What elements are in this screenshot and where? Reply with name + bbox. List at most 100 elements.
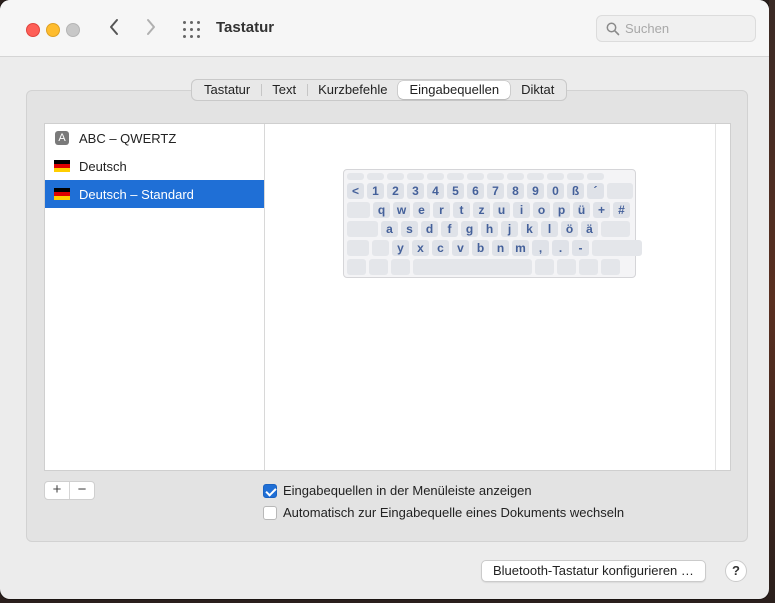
keyboard-key: 9 (527, 183, 544, 199)
keyboard-blank-key (347, 240, 369, 256)
keyboard-blank-key (579, 259, 598, 275)
keyboard-blank-key (347, 173, 364, 180)
desktop-background-edge (769, 0, 775, 603)
scrollbar-track[interactable] (715, 124, 716, 470)
keyboard-key: o (533, 202, 550, 218)
keyboard-key: s (401, 221, 418, 237)
keyboard-blank-key (601, 259, 620, 275)
tab-eingabequellen[interactable]: Eingabequellen (398, 81, 511, 99)
keyboard-key: z (473, 202, 490, 218)
keyboard-preferences-window: Tastatur Tastatur Text Kurzbefehle Einga… (0, 0, 769, 599)
keyboard-key: n (492, 240, 509, 256)
keyboard-blank-key (369, 259, 388, 275)
keyboard-blank-key (407, 173, 424, 180)
keyboard-key: i (513, 202, 530, 218)
keyboard-key: + (593, 202, 610, 218)
keyboard-key: w (393, 202, 410, 218)
keyboard-key: a (381, 221, 398, 237)
add-source-button[interactable]: + (45, 482, 69, 499)
keyboard-key: # (613, 202, 630, 218)
key-row-qwertz: q w e r t z u i o p ü + # (347, 202, 630, 218)
tab-bar: Tastatur Text Kurzbefehle Eingabequellen… (191, 79, 568, 101)
letter-a-icon: A (55, 131, 69, 145)
list-item-deutsch-standard[interactable]: Deutsch – Standard (45, 180, 264, 208)
keyboard-blank-key (601, 221, 630, 237)
german-flag-icon (54, 160, 70, 172)
keyboard-key: d (421, 221, 438, 237)
german-flag-icon (54, 188, 70, 200)
key-row-space (347, 259, 620, 275)
keyboard-key: ü (573, 202, 590, 218)
list-add-remove-control: + − (44, 481, 95, 500)
title-bar: Tastatur (0, 0, 769, 57)
show-all-grid-icon[interactable] (182, 20, 201, 39)
keyboard-key: t (453, 202, 470, 218)
list-item-label: Deutsch (79, 158, 127, 174)
key-row-home: asdfghjklöä (347, 221, 630, 237)
list-item-label: Deutsch – Standard (79, 186, 194, 202)
forward-button[interactable] (141, 18, 161, 40)
tab-diktat[interactable]: Diktat (510, 81, 565, 99)
function-key-row (347, 173, 604, 180)
show-in-menubar-option[interactable]: Eingabequellen in der Menüleiste anzeige… (263, 483, 532, 498)
auto-switch-label: Automatisch zur Eingabequelle eines Doku… (283, 505, 625, 520)
keyboard-blank-key (557, 259, 576, 275)
show-in-menubar-checkbox[interactable] (263, 483, 277, 498)
keyboard-key: , (532, 240, 549, 256)
keyboard-key: p (553, 202, 570, 218)
tab-kurzbefehle[interactable]: Kurzbefehle (307, 81, 398, 99)
auto-switch-checkbox[interactable] (263, 505, 277, 520)
keyboard-blank-key (447, 173, 464, 180)
keyboard-key: ä (581, 221, 598, 237)
keyboard-blank-key (507, 173, 524, 180)
zoom-window-button[interactable] (66, 23, 80, 37)
keyboard-blank-key (607, 183, 633, 199)
keyboard-key: 3 (407, 183, 424, 199)
list-item-abc-qwertz[interactable]: A ABC – QWERTZ (45, 124, 264, 152)
keyboard-key: v (452, 240, 469, 256)
keyboard-key: < (347, 183, 364, 199)
help-button[interactable]: ? (725, 560, 747, 582)
list-item-label: ABC – QWERTZ (79, 130, 177, 146)
keyboard-blank-key (391, 259, 410, 275)
list-item-deutsch[interactable]: Deutsch (45, 152, 264, 180)
tab-tastatur[interactable]: Tastatur (193, 81, 261, 99)
keyboard-key: b (472, 240, 489, 256)
keyboard-blank-key (413, 259, 532, 275)
keyboard-blank-key (347, 221, 378, 237)
keyboard-key: 7 (487, 183, 504, 199)
show-in-menubar-label: Eingabequellen in der Menüleiste anzeige… (283, 483, 532, 498)
close-window-button[interactable] (26, 23, 40, 37)
input-source-list: A ABC – QWERTZ Deutsch Deutsch – Standar… (45, 124, 265, 470)
keyboard-key: 0 (547, 183, 564, 199)
keyboard-blank-key (467, 173, 484, 180)
search-input[interactable] (625, 19, 750, 38)
keyboard-key: 2 (387, 183, 404, 199)
bluetooth-keyboard-button[interactable]: Bluetooth-Tastatur konfigurieren … (481, 560, 706, 582)
keyboard-blank-key (547, 173, 564, 180)
keyboard-key: 5 (447, 183, 464, 199)
keyboard-blank-key (427, 173, 444, 180)
remove-source-button[interactable]: − (69, 482, 94, 499)
tab-text[interactable]: Text (261, 81, 307, 99)
keyboard-key: x (412, 240, 429, 256)
key-row-bottom: yxcvbnm,.- (347, 240, 642, 256)
keyboard-key: ö (561, 221, 578, 237)
keyboard-blank-key (567, 173, 584, 180)
keyboard-key: c (432, 240, 449, 256)
back-button[interactable] (104, 18, 124, 40)
keyboard-key: h (481, 221, 498, 237)
minimize-window-button[interactable] (46, 23, 60, 37)
keyboard-blank-key (387, 173, 404, 180)
auto-switch-option[interactable]: Automatisch zur Eingabequelle eines Doku… (263, 505, 624, 520)
keyboard-key: - (572, 240, 589, 256)
keyboard-key: r (433, 202, 450, 218)
keyboard-key: y (392, 240, 409, 256)
keyboard-blank-key (592, 240, 642, 256)
keyboard-key: ´ (587, 183, 604, 199)
search-field[interactable] (596, 15, 756, 42)
keyboard-key: k (521, 221, 538, 237)
keyboard-key: q (373, 202, 390, 218)
keyboard-key: . (552, 240, 569, 256)
window-title: Tastatur (216, 19, 275, 36)
